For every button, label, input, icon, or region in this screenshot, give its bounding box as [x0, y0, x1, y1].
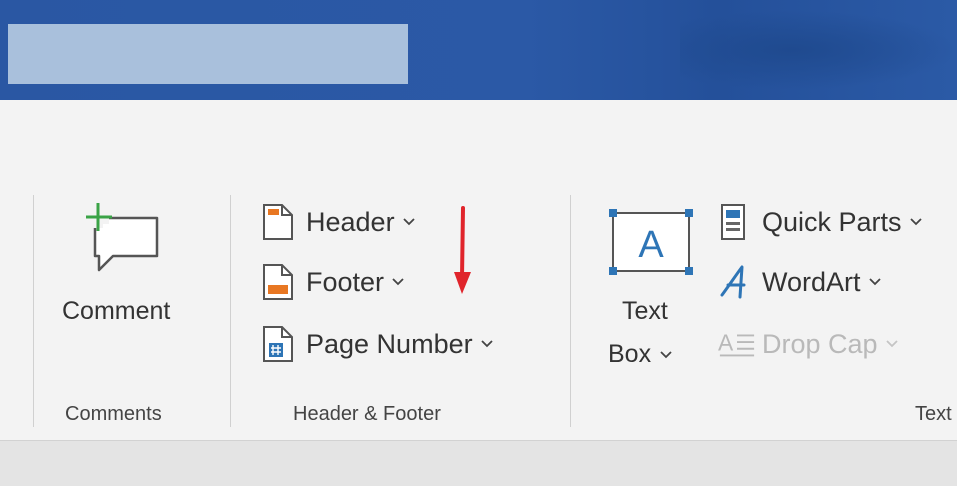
header-icon	[262, 202, 300, 242]
header-label: Header	[306, 206, 395, 237]
group-label-comments: Comments	[65, 403, 162, 425]
header-button[interactable]: Header	[262, 202, 416, 242]
drop-cap-button[interactable]: A Drop Cap	[718, 324, 899, 364]
page-number-label: Page Number	[306, 328, 473, 359]
drop-cap-label: Drop Cap	[762, 328, 878, 359]
wordart-button[interactable]: WordArt	[718, 262, 882, 302]
text-box-glyph: A	[638, 224, 664, 266]
document-area	[0, 441, 957, 486]
page-number-icon	[262, 324, 300, 364]
chevron-down-icon	[402, 218, 415, 226]
comment-button-label: Comment	[62, 297, 171, 325]
quick-parts-button[interactable]: Quick Parts	[718, 202, 923, 242]
page-number-button[interactable]: Page Number	[262, 324, 494, 364]
chevron-down-icon	[909, 218, 922, 226]
group-separator	[33, 195, 34, 427]
footer-label: Footer	[306, 266, 385, 297]
new-comment-icon	[85, 200, 159, 272]
quick-parts-label: Quick Parts	[762, 206, 902, 237]
svg-text:A: A	[718, 330, 734, 356]
wordart-label: WordArt	[762, 266, 861, 297]
comment-button[interactable]: Comment	[55, 195, 215, 355]
annotation-arrow-icon	[454, 206, 471, 294]
text-box-label-line1: Text	[622, 297, 668, 325]
group-separator	[570, 195, 571, 427]
chevron-down-icon	[885, 340, 898, 348]
group-label-header-footer: Header & Footer	[293, 403, 441, 425]
quick-parts-icon	[718, 202, 756, 242]
chevron-down-icon	[392, 278, 404, 286]
title-bar	[0, 0, 957, 100]
footer-icon	[262, 262, 300, 302]
footer-button[interactable]: Footer	[262, 262, 405, 302]
text-box-label-line2: Box	[608, 340, 673, 369]
text-box-icon: A	[609, 209, 693, 275]
redacted-title	[8, 24, 408, 84]
wordart-icon	[718, 262, 756, 302]
text-box-button[interactable]: A Text Box	[600, 203, 700, 378]
group-label-text: Text	[915, 403, 952, 425]
text-box-label-box: Box	[608, 340, 652, 368]
group-separator	[230, 195, 231, 427]
drop-cap-icon: A	[718, 324, 756, 364]
title-bar-shading	[680, 10, 957, 90]
chevron-down-icon	[868, 278, 881, 286]
chevron-down-icon	[480, 340, 493, 348]
chevron-down-icon	[660, 351, 672, 359]
